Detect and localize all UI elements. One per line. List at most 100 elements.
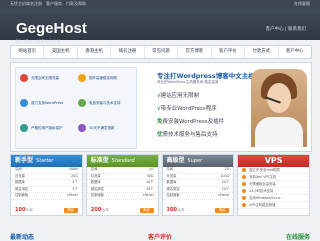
plan-price: 200元/年 xyxy=(91,207,109,213)
spec-label: 月流量 xyxy=(90,173,101,178)
feature-label: 强力支持WordPress xyxy=(31,101,64,105)
nav-item[interactable]: 网站首页 xyxy=(11,46,45,58)
top-bar: 无忧主机域名注册 客户服务 付款及帮助 在线客服 xyxy=(0,0,320,9)
banner-feature-line: √建站应用无限制 xyxy=(157,91,199,99)
plan-price: 100元/年 xyxy=(15,207,33,213)
spec-value: 20G xyxy=(71,173,78,178)
top-links: 无忧主机域名注册 客户服务 付款及帮助 xyxy=(10,1,90,7)
top-link[interactable]: 付款及帮助 xyxy=(66,1,86,6)
banner-feature-line: 优质技术服务与售后支持 xyxy=(157,130,218,138)
plan-en-name: Standard xyxy=(111,158,135,164)
feature-icon xyxy=(78,99,86,107)
feature-icon xyxy=(20,74,28,82)
feature-label: 30天不满意退款 xyxy=(89,126,115,130)
nav-item[interactable]: 香港主机 xyxy=(78,46,112,58)
plan-name: 高级型 xyxy=(166,157,185,164)
banner-feature-line: 免费安装WordPress及插件 xyxy=(157,117,224,125)
banner-feature-item: 国外高速稳定网络 xyxy=(78,74,129,82)
nav-item[interactable]: 常见问题 xyxy=(145,46,179,58)
spec-label: 数据库 xyxy=(90,180,101,184)
spec-value: 20个 xyxy=(221,186,230,191)
plan-card: 高级型 Super 空间 2G 月流量 100G 数据库 20个 域名绑定 20个 控制面板 cPan… xyxy=(161,154,235,216)
site-logo[interactable]: GegeHost xyxy=(16,20,87,37)
site-header: GegeHost WordPress博客中文主机 客户中心 | 联系我们 xyxy=(0,9,320,44)
spec-label: 空间 xyxy=(166,167,174,171)
vps-feature-text: 独立IP 完全root权限 xyxy=(249,168,280,172)
feature-label: 严格的用户隐私保护 xyxy=(31,126,63,130)
spec-value: cPanel xyxy=(67,193,78,197)
vps-card: VPS 独立IP 完全root权限 全新Xen VPS主机 无需面板自由安装 24小时技… xyxy=(237,154,310,216)
top-right-link[interactable]: 在线客服 xyxy=(294,1,310,7)
vps-feature-row: 无需面板自由安装 xyxy=(238,181,309,188)
spec-value: 50G xyxy=(146,173,154,178)
price-value: 300 xyxy=(166,207,177,213)
spec-value: 10个 xyxy=(146,186,154,191)
spec-label: 数据库 xyxy=(166,180,177,184)
nav-item[interactable]: 客户中心 xyxy=(279,46,311,58)
spec-value: cPanel xyxy=(142,193,154,197)
feature-icon xyxy=(78,124,86,132)
plan-name: 标准型 xyxy=(90,157,109,164)
spec-label: 域名绑定 xyxy=(15,186,29,191)
feature-text: 建站应用无限制 xyxy=(160,93,200,99)
vps-feature-row: 独立IP 完全root权限 xyxy=(238,167,309,174)
vps-feature-row: VPS主机稳定快速 xyxy=(238,202,309,209)
bullet-icon xyxy=(242,175,247,179)
spec-label: 控制面板 xyxy=(90,193,104,197)
plan-spec-row: 控制面板 cPanel xyxy=(86,193,158,200)
price-unit: 元/年 xyxy=(25,208,34,212)
feature-label: 无限空间无限流量 xyxy=(31,76,59,80)
feature-label: 免费安装与技术支持 xyxy=(89,101,121,105)
spec-value: 5个 xyxy=(72,180,78,184)
spec-label: 空间 xyxy=(90,167,98,171)
vps-feature-text: 24小时技术支持 xyxy=(249,189,274,193)
feature-label: 国外高速稳定网络 xyxy=(89,76,117,80)
feature-icon xyxy=(78,74,86,82)
top-link[interactable]: 客户服务 xyxy=(46,1,62,6)
spec-value: 5个 xyxy=(72,186,78,191)
banner-feature-item: 30天不满意退款 xyxy=(78,124,129,132)
banner-feature-item: 严格的用户隐私保护 xyxy=(20,124,71,132)
spec-value: 2G xyxy=(224,167,230,171)
main-nav: 网站首页 美国主机 香港主机 域名注册 常见问题 官方博客 客户评价 付款方式 客户中心 xyxy=(10,45,312,59)
hosting-plans: 新手型 Starter 空间 500M 月流量 20G 数据库 5个 域名绑定 5个 控制面板 cPa… xyxy=(10,154,310,216)
plan-spec-row: 控制面板 cPanel xyxy=(11,193,82,200)
vps-feature-text: 全新Xen VPS主机 xyxy=(249,175,277,179)
feature-text: 质技术服务与售后支持 xyxy=(162,132,218,138)
spec-label: 空间 xyxy=(15,167,22,171)
spec-label: 控制面板 xyxy=(15,193,29,197)
price-unit: 元/年 xyxy=(176,208,185,212)
header-right-links[interactable]: 客户中心 | 联系我们 xyxy=(266,26,306,32)
vps-feature-row: 全新Xen VPS主机 xyxy=(238,174,309,181)
feature-icon xyxy=(20,99,28,107)
plan-card: 新手型 Starter 空间 500M 月流量 20G 数据库 5个 域名绑定 5个 控制面板 cPa… xyxy=(10,154,83,216)
buy-button[interactable]: 购买 xyxy=(63,208,78,213)
nav-item[interactable]: 域名注册 xyxy=(111,46,145,58)
vps-feature-text: 无需面板自由安装 xyxy=(249,182,276,186)
plan-header: 标准型 Standard xyxy=(86,155,158,167)
banner-feature-item: 无限空间无限流量 xyxy=(20,74,71,82)
nav-item[interactable]: 客户评价 xyxy=(212,46,246,58)
price-unit: 元/年 xyxy=(101,208,109,212)
bullet-icon xyxy=(242,196,247,200)
bullet-icon xyxy=(242,182,247,186)
top-link[interactable]: 无忧主机域名注册 xyxy=(10,1,42,6)
plan-name: 新手型 xyxy=(15,157,34,164)
spec-label: 月流量 xyxy=(166,173,177,178)
spec-value: 10个 xyxy=(146,180,154,184)
bullet-icon xyxy=(242,189,247,193)
nav-item[interactable]: 付款方式 xyxy=(245,46,279,58)
price-value: 200 xyxy=(90,207,102,213)
banner-feature-line: √带专业WordPress程序 xyxy=(157,104,217,112)
buy-button[interactable]: 购买 xyxy=(139,208,154,213)
plan-en-name: Super xyxy=(187,158,203,164)
spec-value: 1G xyxy=(148,167,154,171)
buy-button[interactable]: 购买 xyxy=(215,208,230,213)
bullet-icon xyxy=(242,203,247,207)
hero-banner: 无限空间无限流量 国外高速稳定网络强力支持WordPress 免费安装与技术支持严格… xyxy=(10,62,312,152)
banner-feature-grid: 无限空间无限流量 国外高速稳定网络强力支持WordPress 免费安装与技术支持严格… xyxy=(15,67,137,149)
spec-label: 域名绑定 xyxy=(90,186,104,191)
nav-item[interactable]: 美国主机 xyxy=(44,46,78,58)
banner-feature-item: 强力支持WordPress xyxy=(20,99,71,107)
nav-item[interactable]: 官方博客 xyxy=(178,46,212,58)
